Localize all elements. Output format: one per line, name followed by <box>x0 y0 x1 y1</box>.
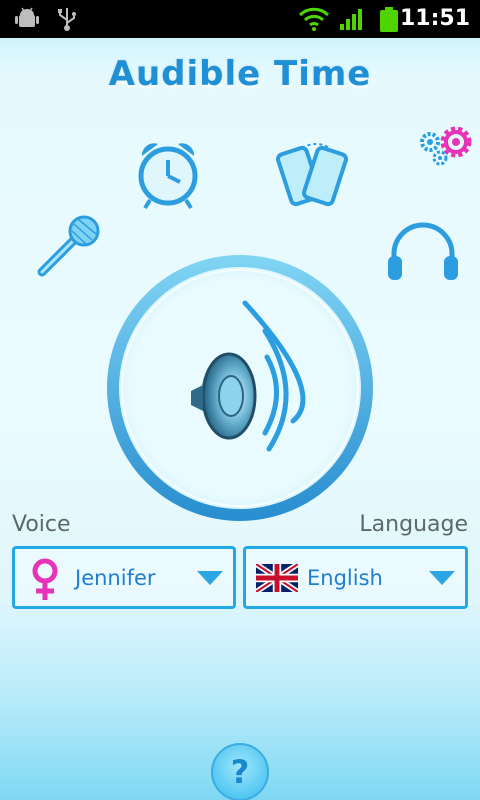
voice-label: Voice <box>12 512 71 537</box>
clock-time: 11:51 <box>399 6 470 31</box>
female-icon <box>32 558 58 600</box>
status-bar: 11:51 <box>0 0 480 38</box>
help-button[interactable]: ? <box>211 743 269 800</box>
help-icon: ? <box>230 753 250 791</box>
app-title: Audible Time <box>108 54 372 94</box>
dropdown-arrow-icon <box>197 571 223 585</box>
speak-time-button[interactable] <box>105 253 375 523</box>
usb-icon <box>58 8 76 31</box>
wifi-icon <box>298 7 330 31</box>
settings-gears-icon[interactable] <box>416 122 476 170</box>
language-dropdown[interactable]: English <box>243 546 468 609</box>
voice-value: Jennifer <box>75 566 156 590</box>
signal-icon <box>340 9 362 30</box>
battery-icon <box>380 7 398 32</box>
android-debug-icon <box>15 7 39 27</box>
microphone-icon[interactable] <box>34 214 102 280</box>
headphones-icon[interactable] <box>386 222 460 282</box>
voice-dropdown[interactable]: Jennifer <box>12 546 236 609</box>
language-value: English <box>307 566 383 590</box>
uk-flag-icon <box>256 564 298 592</box>
shake-phone-icon[interactable] <box>274 140 354 208</box>
language-label: Language <box>359 512 468 537</box>
alarm-clock-icon[interactable] <box>134 138 202 210</box>
dropdown-arrow-icon <box>429 571 455 585</box>
